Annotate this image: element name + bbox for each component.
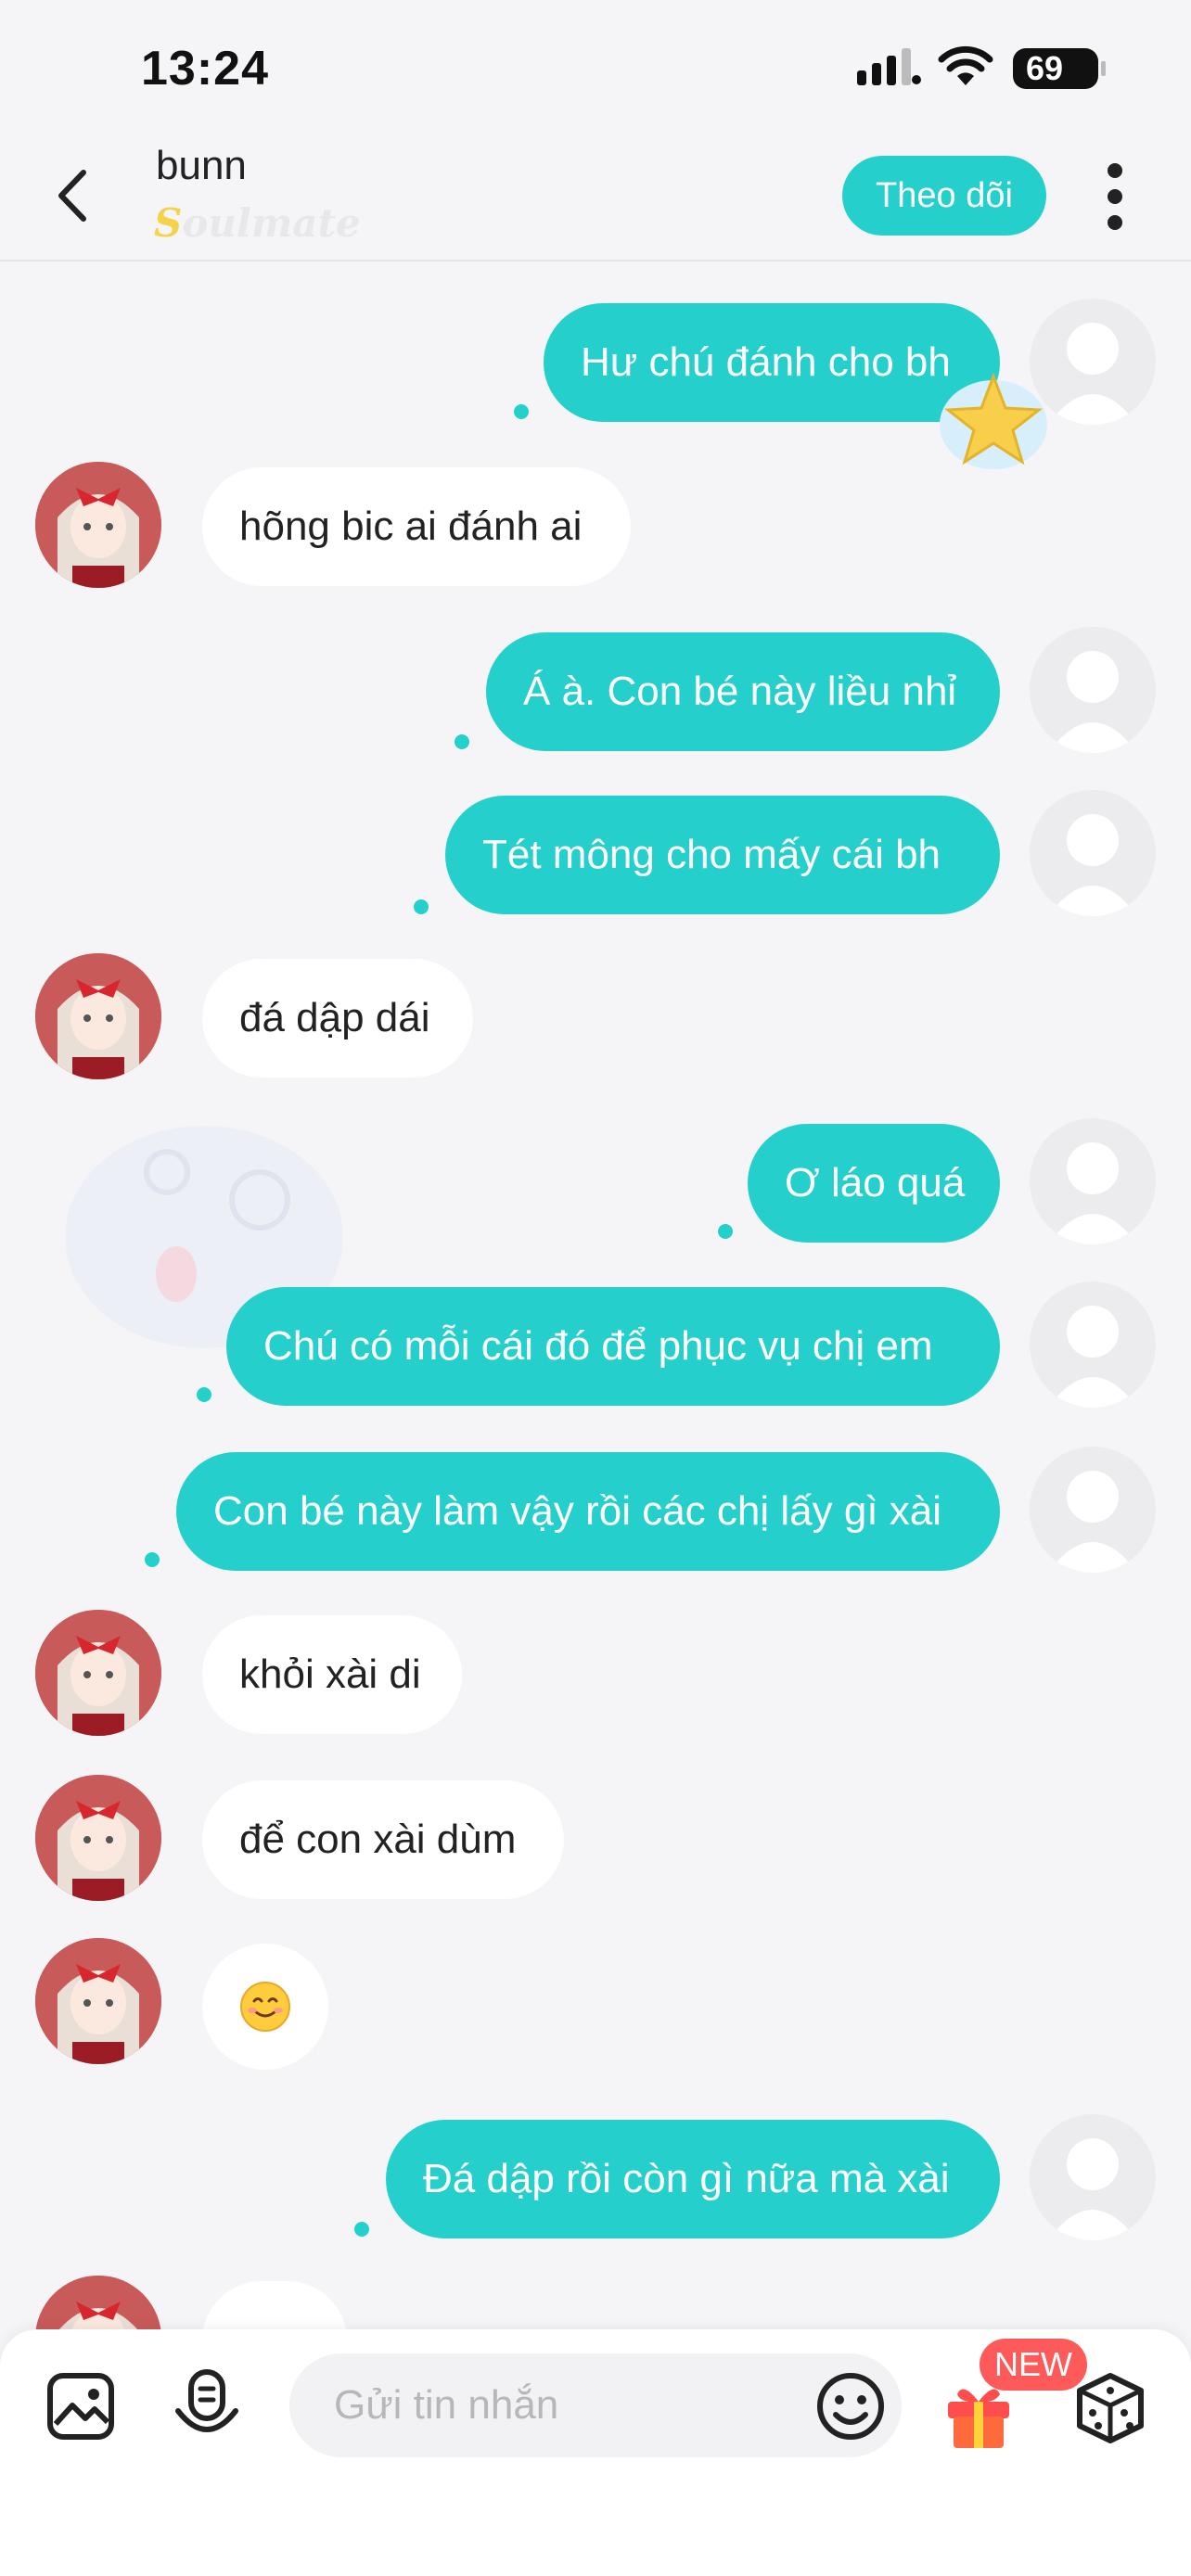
- star-sticker-icon: [940, 372, 1047, 469]
- emoji-icon[interactable]: [813, 2368, 889, 2444]
- contact-avatar[interactable]: [35, 1775, 161, 1901]
- message-bubble-incoming[interactable]: hõng bic ai đánh ai: [202, 467, 631, 586]
- sent-indicator-dot: [414, 899, 429, 914]
- image-icon[interactable]: [43, 2368, 119, 2444]
- chat-header: bunn Soulmate Theo dõi: [0, 139, 1191, 261]
- message-bubble-outgoing[interactable]: Hư chú đánh cho bh: [544, 303, 1000, 422]
- message-input-bar: NEW: [0, 2329, 1191, 2576]
- message-bubble-outgoing[interactable]: Á à. Con bé này liều nhỉ: [486, 632, 1000, 751]
- message-bubble-outgoing[interactable]: Ơ láo quá: [748, 1124, 1000, 1243]
- contact-avatar[interactable]: [35, 1610, 161, 1736]
- message-bubble-incoming[interactable]: đá dập dái: [202, 959, 473, 1078]
- status-time: 13:24: [141, 42, 269, 96]
- my-avatar[interactable]: [1030, 1282, 1156, 1408]
- sent-indicator-dot: [145, 1552, 160, 1567]
- message-bubble-incoming[interactable]: [202, 2281, 347, 2331]
- contact-name[interactable]: bunn: [156, 143, 247, 189]
- contact-avatar[interactable]: [35, 462, 161, 588]
- more-options-icon[interactable]: [1096, 159, 1133, 234]
- message-list[interactable]: Hư chú đánh cho bh hõng bic ai đánh ai Á…: [0, 263, 1191, 2331]
- sent-indicator-dot: [718, 1224, 733, 1239]
- message-bubble-incoming[interactable]: để con xài dùm: [202, 1780, 564, 1899]
- message-bubble-outgoing[interactable]: Con bé này làm vậy rồi các chị lấy gì xà…: [176, 1452, 1000, 1571]
- message-bubble-incoming[interactable]: khỏi xài di: [202, 1615, 462, 1734]
- my-avatar[interactable]: [1030, 2114, 1156, 2240]
- my-avatar[interactable]: [1030, 1447, 1156, 1573]
- message-input[interactable]: [289, 2353, 902, 2457]
- status-bar: 13:24 69: [0, 0, 1191, 139]
- cellular-signal-icon: [857, 48, 921, 85]
- voice-icon[interactable]: [169, 2366, 245, 2442]
- message-bubble-outgoing[interactable]: Chú có mỗi cái đó để phục vụ chị em: [226, 1287, 1000, 1406]
- sent-indicator-dot: [197, 1387, 211, 1402]
- my-avatar[interactable]: [1030, 790, 1156, 916]
- message-bubble-outgoing[interactable]: Tét mông cho mấy cái bh: [445, 796, 1000, 914]
- sent-indicator-dot: [354, 2222, 369, 2237]
- soulmate-badge-label: oulmate: [182, 200, 361, 246]
- message-bubble-outgoing[interactable]: Đá dập rồi còn gì nữa mà xài: [386, 2120, 1000, 2238]
- back-arrow-icon[interactable]: [46, 163, 102, 228]
- sent-indicator-dot: [455, 734, 469, 749]
- smiling-face-emoji-icon: [240, 1982, 290, 2032]
- contact-avatar[interactable]: [35, 2276, 161, 2331]
- contact-avatar[interactable]: [35, 953, 161, 1079]
- wifi-icon: [938, 45, 993, 85]
- new-badge: NEW: [980, 2339, 1087, 2391]
- battery-indicator: 69: [1013, 48, 1106, 89]
- follow-button[interactable]: Theo dõi: [842, 156, 1046, 236]
- my-avatar[interactable]: [1030, 627, 1156, 753]
- contact-avatar[interactable]: [35, 1938, 161, 2064]
- message-bubble-incoming[interactable]: 😊: [202, 1944, 328, 2070]
- my-avatar[interactable]: [1030, 1118, 1156, 1244]
- soulmate-badge: Soulmate: [154, 200, 361, 246]
- battery-level: 69: [1026, 49, 1064, 87]
- dice-icon[interactable]: [1072, 2370, 1148, 2446]
- sent-indicator-dot: [514, 404, 529, 419]
